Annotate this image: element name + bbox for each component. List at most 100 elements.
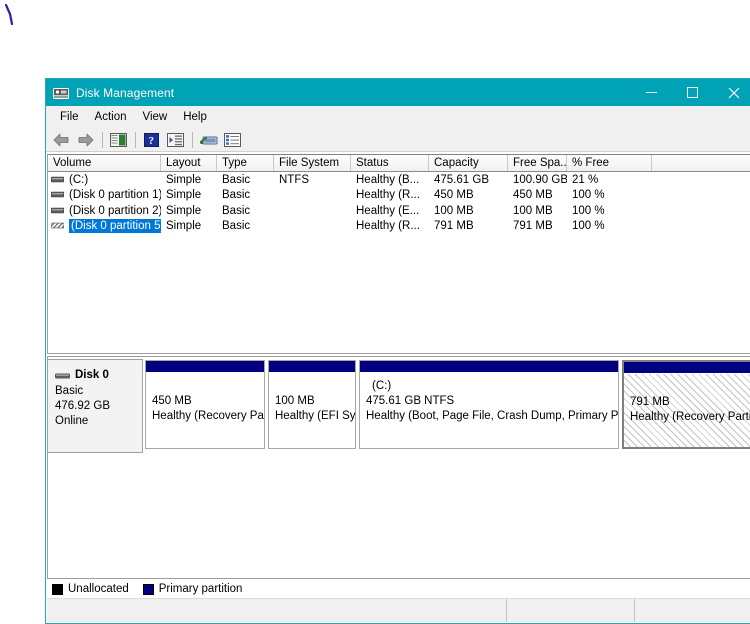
- cell-type: Basic: [222, 189, 251, 202]
- volume-list-rows: (C:) Simple Basic NTFS Healthy (B... 475.61 G…: [48, 172, 750, 353]
- volume-label: (Disk 0 partition 5): [69, 219, 161, 234]
- volume-list-pane: Volume Layout Type File System Status Capacit…: [47, 154, 750, 354]
- cell-freespace: 100 MB: [513, 204, 553, 217]
- column-header-percentfree[interactable]: % Free: [567, 155, 652, 171]
- cell-type: Basic: [222, 204, 251, 217]
- cell-volume: (Disk 0 partition 2): [48, 203, 161, 219]
- content-area: Volume Layout Type File System Status Capacit…: [46, 152, 750, 623]
- cell-freespace: 100.90 GB: [513, 173, 567, 186]
- cell-capacity: 100 MB: [434, 204, 474, 217]
- disk-size: 476.92 GB: [55, 400, 110, 412]
- cell-filesystem: [274, 188, 351, 204]
- legend-item-unallocated: Unallocated: [52, 583, 129, 595]
- menu-file[interactable]: File: [52, 109, 87, 125]
- window-title: Disk Management: [76, 85, 175, 100]
- partition-drive-letter: (C:): [372, 380, 392, 392]
- disk-status: Online: [55, 415, 89, 427]
- column-header-status[interactable]: Status: [351, 155, 429, 171]
- volume-label: (Disk 0 partition 2): [69, 204, 161, 217]
- cell-percentfree: 100 %: [572, 220, 605, 233]
- menu-bar: File Action View Help: [46, 106, 750, 128]
- cell-volume: (C:): [48, 172, 161, 188]
- partition-status: Healthy (EFI Sys: [275, 410, 355, 422]
- cell-status: Healthy (R...: [356, 189, 420, 202]
- disk-management-window: Disk Management File Action View Help ? …: [45, 78, 750, 624]
- cell-volume: (Disk 0 partition 5): [48, 219, 161, 235]
- legend-swatch-primary-partition: [142, 583, 154, 595]
- disk-info-panel[interactable]: Disk 0 Basic 476.92 GB Online: [48, 359, 143, 453]
- maximize-button[interactable]: [672, 79, 713, 106]
- status-panel-tertiary: [635, 599, 750, 622]
- cell-extra: [652, 172, 750, 188]
- selected-volume-icon: [50, 221, 65, 231]
- cell-layout: Simple: [166, 220, 202, 233]
- basic-volume-icon: [50, 190, 65, 200]
- disk-title: Disk 0: [55, 369, 142, 381]
- partition-block[interactable]: (C:) 475.61 GB NTFS Healthy (Boot, Page Fi…: [359, 360, 619, 449]
- partition-block[interactable]: 791 MB Healthy (Recovery Partiti: [622, 360, 750, 449]
- minimize-button[interactable]: [631, 79, 672, 106]
- toolbar: ?: [46, 128, 750, 152]
- show-hide-action-pane-icon[interactable]: [164, 129, 187, 150]
- partition-block[interactable]: 450 MB Healthy (Recovery Par: [145, 360, 265, 449]
- column-header-volume[interactable]: Volume: [48, 155, 161, 171]
- cell-percentfree: 21 %: [572, 173, 599, 186]
- table-row[interactable]: (Disk 0 partition 5) Simple Basic Healthy (…: [48, 219, 750, 235]
- toolbar-separator: [192, 131, 193, 148]
- partition-color-bar: [360, 361, 618, 373]
- legend: Unallocated Primary partition: [46, 580, 750, 598]
- cell-percentfree: 100 %: [572, 189, 605, 202]
- menu-view[interactable]: View: [135, 109, 176, 125]
- volume-list-header: Volume Layout Type File System Status Capacit…: [48, 155, 750, 172]
- column-header-capacity[interactable]: Capacity: [429, 155, 508, 171]
- partition-size: 100 MB: [275, 395, 315, 407]
- menu-help[interactable]: Help: [175, 109, 215, 125]
- column-header-type[interactable]: Type: [217, 155, 274, 171]
- disk-name: Disk 0: [75, 369, 109, 381]
- properties-icon[interactable]: [221, 129, 244, 150]
- menu-action[interactable]: Action: [87, 109, 135, 125]
- help-icon[interactable]: ?: [140, 129, 163, 150]
- table-row[interactable]: (Disk 0 partition 1) Simple Basic Healthy (…: [48, 188, 750, 204]
- legend-label-unallocated: Unallocated: [68, 583, 129, 595]
- disk-icon: [55, 371, 70, 379]
- column-header-layout[interactable]: Layout: [161, 155, 217, 171]
- cell-freespace: 450 MB: [513, 189, 553, 202]
- cell-extra: [652, 203, 750, 219]
- volume-label: (Disk 0 partition 1): [69, 189, 161, 202]
- basic-volume-icon: [50, 206, 65, 216]
- cell-status: Healthy (B...: [356, 173, 420, 186]
- column-header-extra[interactable]: [652, 155, 750, 171]
- show-hide-console-tree-icon[interactable]: [107, 129, 130, 150]
- graphical-view-pane: Disk 0 Basic 476.92 GB Online 450 MB Heal…: [47, 356, 750, 579]
- screenshot-root: Disk Management File Action View Help ? …: [0, 0, 750, 624]
- cell-freespace: 791 MB: [513, 220, 553, 233]
- back-icon[interactable]: [50, 129, 73, 150]
- close-button[interactable]: [713, 79, 750, 106]
- cell-status: Healthy (E...: [356, 204, 420, 217]
- status-panel-main: [47, 599, 507, 622]
- column-header-filesystem[interactable]: File System: [274, 155, 351, 171]
- partition-size: 450 MB: [152, 395, 192, 407]
- disk-management-icon: [53, 85, 69, 101]
- status-panel-secondary: [507, 599, 635, 622]
- cell-capacity: 475.61 GB: [434, 173, 489, 186]
- table-row[interactable]: (C:) Simple Basic NTFS Healthy (B... 475.61 G…: [48, 172, 750, 188]
- partition-color-bar: [269, 361, 355, 373]
- cell-status: Healthy (R...: [356, 220, 420, 233]
- title-bar[interactable]: Disk Management: [46, 79, 750, 106]
- column-header-freespace[interactable]: Free Spa...: [508, 155, 567, 171]
- table-row[interactable]: (Disk 0 partition 2) Simple Basic Healthy (…: [48, 203, 750, 219]
- forward-icon[interactable]: [74, 129, 97, 150]
- legend-swatch-unallocated: [52, 583, 63, 595]
- cell-extra: [652, 188, 750, 204]
- partition-body: (C:) 475.61 GB NTFS Healthy (Boot, Page Fi…: [360, 373, 618, 448]
- partition-color-bar: [624, 362, 750, 374]
- partition-block[interactable]: 100 MB Healthy (EFI Sys: [268, 360, 356, 449]
- partition-body: 100 MB Healthy (EFI Sys: [269, 373, 355, 448]
- svg-text:?: ?: [149, 134, 155, 146]
- partition-status: Healthy (Boot, Page File, Crash Dump, Pr…: [366, 410, 618, 422]
- cell-filesystem: [274, 219, 351, 235]
- legend-label-primary-partition: Primary partition: [158, 583, 243, 595]
- rescan-disks-icon[interactable]: [197, 129, 220, 150]
